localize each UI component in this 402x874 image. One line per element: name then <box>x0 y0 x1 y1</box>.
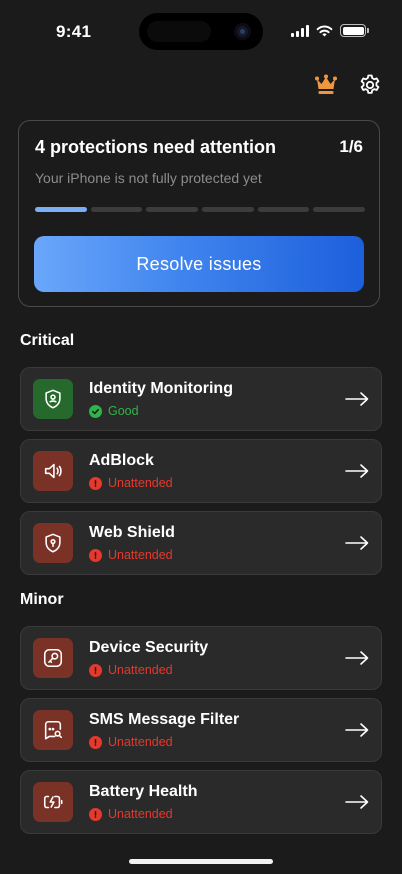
row-icon-box <box>33 782 73 822</box>
dynamic-island <box>139 13 263 50</box>
item-sms-message-filter[interactable]: SMS Message Filter Unattended <box>20 698 382 762</box>
arrow-right-icon <box>345 392 369 406</box>
shield-pin-icon <box>45 533 61 553</box>
item-status-label: Unattended <box>108 663 173 677</box>
key-icon <box>43 648 63 668</box>
alert-circle-icon <box>89 663 102 677</box>
resolve-issues-button[interactable]: Resolve issues <box>34 236 364 292</box>
message-search-icon <box>44 720 63 740</box>
item-status-label: Unattended <box>108 735 173 749</box>
alert-circle-icon <box>89 807 102 821</box>
item-adblock[interactable]: AdBlock Unattended <box>20 439 382 503</box>
progress-segment <box>202 207 254 212</box>
item-status-label: Unattended <box>108 548 173 562</box>
section-title-critical: Critical <box>20 332 75 349</box>
alert-circle-icon <box>89 735 102 749</box>
gear-icon <box>360 74 380 94</box>
arrow-right-icon <box>345 464 369 478</box>
status-time: 9:41 <box>56 22 92 41</box>
alert-circle-icon <box>89 548 102 562</box>
arrow-right-icon <box>345 651 369 665</box>
item-status: Unattended <box>89 663 173 677</box>
premium-button[interactable] <box>312 72 340 98</box>
screen: 9:41 4 protections need attention 1/6 Yo… <box>0 0 402 874</box>
item-title: Battery Health <box>89 783 198 800</box>
alert-circle-icon <box>89 476 102 490</box>
summary-step-counter: 1/6 <box>339 137 363 156</box>
progress-segment <box>90 207 143 212</box>
protection-summary-card: 4 protections need attention 1/6 Your iP… <box>18 120 380 307</box>
item-status: Unattended <box>89 476 173 490</box>
row-icon-box <box>33 638 73 678</box>
item-title: SMS Message Filter <box>89 711 240 728</box>
item-status: Unattended <box>89 807 173 821</box>
item-status-label: Unattended <box>108 476 173 490</box>
item-title: Identity Monitoring <box>89 380 233 397</box>
progress-segment <box>146 207 199 212</box>
summary-title: 4 protections need attention <box>35 137 277 157</box>
row-icon-box <box>33 451 73 491</box>
item-device-security[interactable]: Device Security Unattended <box>20 626 382 690</box>
camera-icon <box>234 23 251 40</box>
battery-icon <box>340 24 369 37</box>
progress-segment <box>257 207 310 212</box>
check-circle-icon <box>89 404 102 418</box>
cellular-signal-icon <box>291 24 309 37</box>
speaker-icon <box>44 463 62 479</box>
item-title: Web Shield <box>89 524 175 541</box>
arrow-right-icon <box>345 795 369 809</box>
shield-user-icon <box>45 389 61 409</box>
row-icon-box <box>33 710 73 750</box>
status-icons <box>291 24 369 37</box>
island-pill <box>147 21 211 42</box>
item-title: AdBlock <box>89 452 154 469</box>
row-icon-box <box>33 379 73 419</box>
section-title-minor: Minor <box>20 591 64 608</box>
item-web-shield[interactable]: Web Shield Unattended <box>20 511 382 575</box>
row-icon-box <box>33 523 73 563</box>
item-battery-health[interactable]: Battery Health Unattended <box>20 770 382 834</box>
battery-charge-icon <box>43 795 63 809</box>
item-identity-monitoring[interactable]: Identity Monitoring Good <box>20 367 382 431</box>
crown-icon <box>315 74 337 94</box>
progress-bar <box>35 207 366 212</box>
status-bar: 9:41 <box>0 0 402 64</box>
item-status-label: Unattended <box>108 807 173 821</box>
progress-segment <box>35 207 87 212</box>
settings-button[interactable] <box>356 71 384 99</box>
item-status: Unattended <box>89 548 173 562</box>
wifi-icon <box>316 25 333 37</box>
item-status: Unattended <box>89 735 173 749</box>
item-status: Good <box>89 404 139 418</box>
arrow-right-icon <box>345 723 369 737</box>
item-title: Device Security <box>89 639 209 656</box>
progress-segment <box>313 207 366 212</box>
summary-subtitle: Your iPhone is not fully protected yet <box>35 170 262 186</box>
arrow-right-icon <box>345 536 369 550</box>
item-status-label: Good <box>108 404 139 418</box>
home-indicator <box>129 859 273 864</box>
